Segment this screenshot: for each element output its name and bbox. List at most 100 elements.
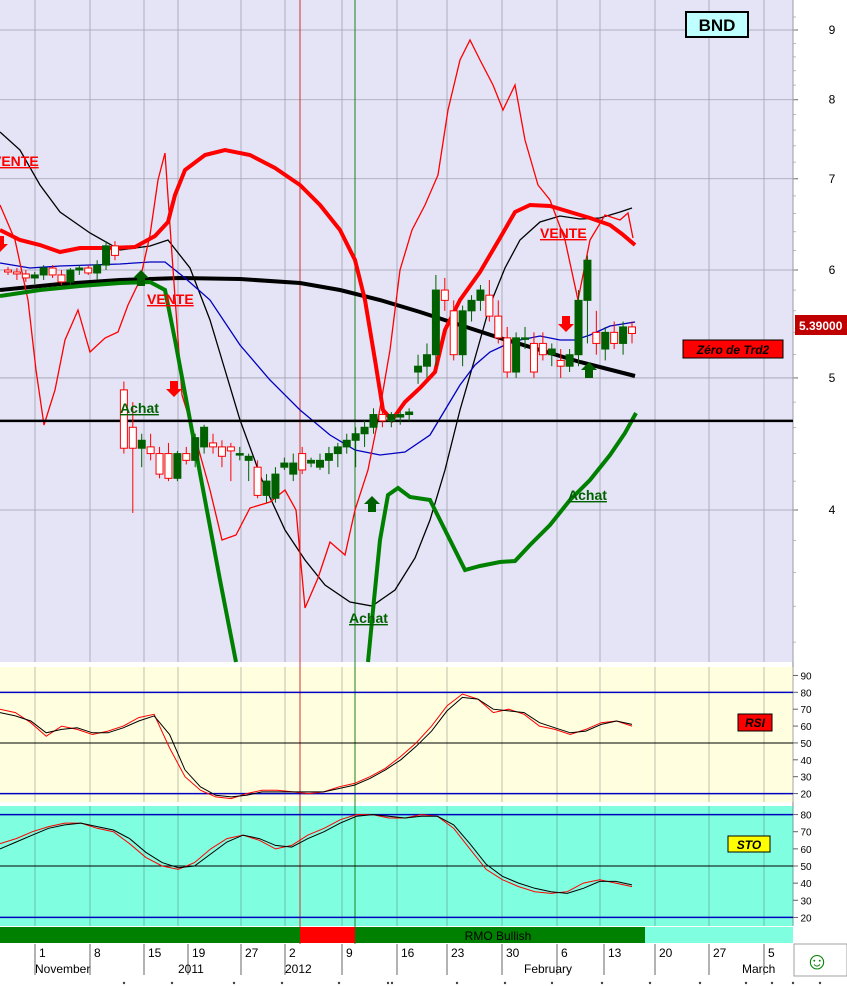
date-tick-label: 20: [659, 946, 673, 960]
candle: [512, 332, 521, 378]
candle-body: [48, 267, 57, 276]
candle-body: [529, 342, 538, 373]
osc-tick-label: 70: [800, 828, 812, 839]
candle-body: [4, 269, 12, 273]
last-price-label: 5.39000: [799, 319, 843, 333]
candle-body: [369, 414, 378, 428]
date-tick-label: 2: [289, 946, 296, 960]
osc-tick-label: 80: [800, 688, 812, 699]
candle-body: [155, 453, 164, 475]
candle-body: [414, 365, 423, 373]
candle-body: [619, 326, 628, 344]
candle-body: [440, 289, 449, 301]
candle-body: [110, 245, 119, 256]
stock-chart[interactable]: 4 5 6 7 8 9 VENTE VENTE VENTE Achat Achat Achat BND 5…: [0, 0, 847, 986]
candle-body: [601, 331, 610, 350]
candle-body: [66, 269, 75, 283]
price-tick-label: 8: [829, 93, 836, 107]
candle-body: [39, 267, 48, 276]
osc-tick-label: 30: [800, 773, 812, 784]
candle-body: [503, 337, 512, 373]
candle-body: [217, 446, 226, 457]
candle-body: [324, 453, 333, 461]
candle: [119, 381, 128, 454]
candle-body: [405, 411, 414, 416]
price-tick-label: 6: [829, 263, 836, 277]
rsi-panel: [0, 667, 793, 802]
chart-window: 4 5 6 7 8 9 VENTE VENTE VENTE Achat Achat Achat BND 5…: [0, 0, 847, 986]
candle-body: [387, 414, 396, 422]
date-tick-label: 5: [768, 946, 775, 960]
candle-body: [494, 315, 503, 339]
candle-body: [422, 354, 431, 367]
signal-label: Achat: [120, 400, 159, 416]
candle-body: [137, 439, 146, 449]
candle-body: [458, 310, 467, 356]
candle-body: [316, 459, 324, 468]
candle-body: [235, 453, 244, 456]
candle: [574, 290, 583, 367]
signal-label: VENTE: [540, 225, 587, 241]
candle-body: [396, 414, 405, 418]
candle-body: [244, 455, 253, 461]
candle-body: [512, 337, 521, 373]
date-tick-label: 19: [192, 946, 206, 960]
candle-body: [271, 473, 280, 499]
rmo-label: RMO Bullish: [465, 929, 532, 943]
osc-tick-label: 20: [800, 790, 812, 801]
candle-body: [547, 348, 556, 356]
candle-body: [75, 267, 84, 271]
candle-body: [431, 289, 440, 356]
date-tick-label: 30: [506, 946, 520, 960]
candle-body: [182, 453, 191, 461]
date-tick-label: 27: [245, 946, 259, 960]
candle-body: [592, 331, 601, 344]
candle-body: [191, 437, 200, 461]
candle-body: [146, 446, 155, 455]
osc-tick-label: 70: [800, 705, 812, 716]
candle-body: [351, 433, 360, 441]
candle-body: [30, 274, 39, 279]
candle: [66, 268, 75, 285]
rmo-segment-empty: [645, 927, 793, 943]
osc-tick-label: 30: [800, 896, 812, 907]
candle-body: [119, 389, 128, 449]
date-dot: [770, 981, 774, 985]
date-dot: [386, 981, 390, 985]
date-group-label: 2012: [285, 962, 312, 976]
date-tick-label: 16: [401, 946, 415, 960]
candle-body: [360, 426, 369, 435]
osc-tick-label: 40: [800, 879, 812, 890]
candle-body: [209, 442, 218, 448]
signal-label: Achat: [349, 610, 388, 626]
zero-label: Zéro de Trd2: [696, 343, 770, 357]
sto-panel-content-label: STO: [737, 838, 762, 852]
price-tick-label: 4: [829, 503, 836, 517]
date-dot: [390, 981, 394, 985]
osc-tick-label: 60: [800, 722, 812, 733]
date-dot: [818, 981, 822, 985]
candle-body: [226, 446, 235, 452]
rmo-segment-bullish: [0, 927, 300, 943]
date-dot: [170, 981, 174, 985]
date-group-label: February: [524, 962, 572, 976]
candle-body: [298, 453, 307, 471]
smiley-icon: ☺: [805, 948, 830, 975]
date-group-label: March: [742, 962, 775, 976]
candle-body: [57, 274, 66, 283]
candle-body: [538, 342, 547, 356]
candle-body: [449, 310, 458, 356]
candle-body: [93, 264, 102, 274]
rsi-panel-content-label: RSI: [745, 716, 766, 730]
signal-label: Achat: [568, 487, 607, 503]
date-group-label: November: [35, 962, 90, 976]
date-dot: [698, 981, 702, 985]
date-tick-label: 8: [94, 946, 101, 960]
candle-body: [556, 359, 565, 367]
candle-body: [583, 259, 592, 301]
osc-tick-label: 50: [800, 862, 812, 873]
candle-body: [280, 462, 289, 468]
price-tick-label: 7: [829, 172, 836, 186]
candle-body: [574, 299, 583, 356]
candle-body: [565, 354, 574, 367]
